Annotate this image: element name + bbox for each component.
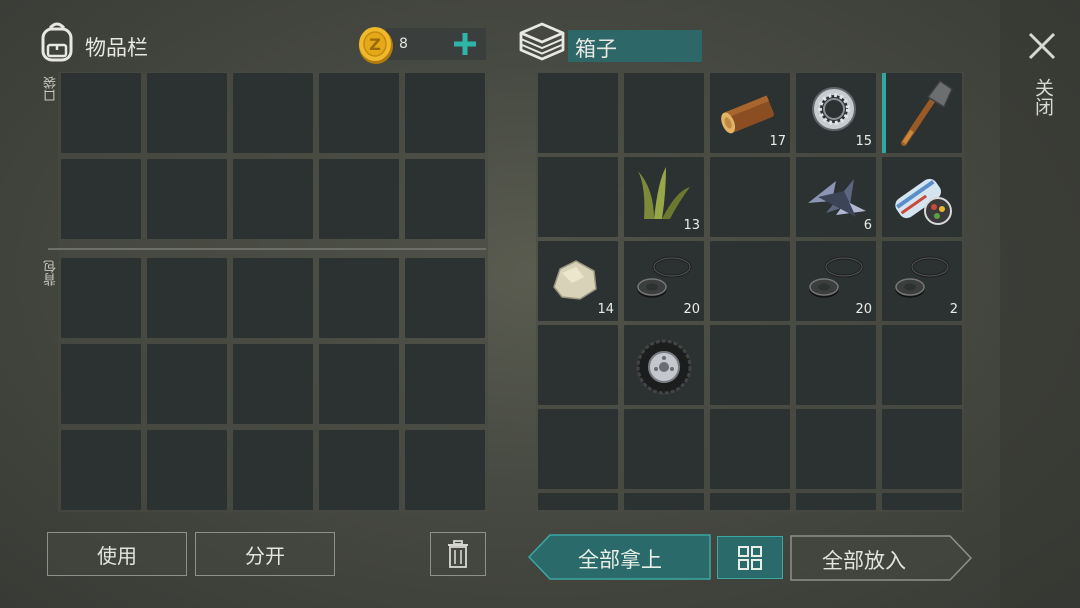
coin-count: 8 [399, 36, 408, 52]
put-all-button[interactable]: 全部放入 [790, 535, 972, 581]
pocket-slot[interactable] [147, 73, 227, 153]
container-title: 箱子 [575, 37, 617, 61]
item-quantity: 13 [683, 218, 700, 233]
coin-icon: Z [356, 24, 396, 66]
pocket-slot[interactable] [61, 159, 141, 239]
container-slot[interactable] [624, 73, 704, 153]
plus-icon [454, 33, 476, 55]
backpack-slot[interactable] [147, 344, 227, 424]
item-quantity: 20 [683, 302, 700, 317]
close-label: 关闭 [1032, 78, 1054, 116]
pocket-slot[interactable] [233, 73, 313, 153]
container-slot[interactable] [710, 157, 790, 237]
pocket-slot[interactable] [147, 159, 227, 239]
pocket-slot[interactable] [61, 73, 141, 153]
sort-button[interactable] [717, 536, 783, 579]
trash-button[interactable] [430, 532, 486, 576]
box-icon [518, 22, 566, 62]
container-slot[interactable] [710, 409, 790, 489]
item-quantity: 17 [769, 134, 786, 149]
pocket-slot[interactable] [405, 73, 485, 153]
backpack-slot[interactable] [233, 344, 313, 424]
container-slot[interactable] [796, 325, 876, 405]
rubber-parts-slot[interactable]: 2 [882, 241, 962, 321]
rubber-parts-slot[interactable]: 20 [796, 241, 876, 321]
container-slot[interactable] [624, 409, 704, 489]
item-quantity: 20 [855, 302, 872, 317]
add-coins-button[interactable] [452, 31, 478, 57]
pocket-slot[interactable] [319, 159, 399, 239]
plant-fiber-slot[interactable]: 13 [624, 157, 704, 237]
item-quantity: 15 [855, 134, 872, 149]
item-quantity: 6 [863, 218, 872, 233]
backpack-slot[interactable] [405, 344, 485, 424]
backpack-slot[interactable] [319, 344, 399, 424]
container-slot[interactable] [796, 409, 876, 489]
container-slot[interactable] [882, 325, 962, 405]
inventory-title: 物品栏 [85, 36, 148, 60]
container-slot[interactable] [796, 493, 876, 510]
pocket-slot[interactable] [405, 159, 485, 239]
backpack-slot[interactable] [233, 258, 313, 338]
take-all-label: 全部拿上 [578, 548, 662, 572]
use-button[interactable]: 使用 [47, 532, 187, 576]
bearing-slot[interactable]: 15 [796, 73, 876, 153]
container-slot[interactable] [538, 325, 618, 405]
container-slot[interactable] [538, 157, 618, 237]
backpack-slot[interactable] [147, 258, 227, 338]
pocket-label: 口袋 [44, 76, 59, 102]
backpack-slot[interactable] [319, 258, 399, 338]
container-slot[interactable] [710, 325, 790, 405]
pocket-slot[interactable] [319, 73, 399, 153]
container-slot[interactable] [882, 409, 962, 489]
backpack-label: 背包 [44, 260, 59, 286]
take-all-button[interactable]: 全部拿上 [528, 534, 711, 580]
close-button[interactable]: 关闭 [1022, 26, 1062, 136]
container-slot[interactable] [538, 493, 618, 510]
pocket-slot[interactable] [233, 159, 313, 239]
container-slot[interactable] [624, 493, 704, 510]
put-all-label: 全部放入 [822, 549, 906, 573]
backpack-slot[interactable] [147, 430, 227, 510]
backpack-slot[interactable] [233, 430, 313, 510]
pocket-divider [48, 248, 486, 250]
container-slot[interactable] [538, 409, 618, 489]
rubber-parts-slot[interactable]: 20 [624, 241, 704, 321]
backpack-slot[interactable] [61, 344, 141, 424]
blueprint-slot[interactable] [882, 157, 962, 237]
grid-icon [738, 545, 762, 570]
backpack-slot[interactable] [405, 430, 485, 510]
equipped-marker [882, 73, 886, 153]
backpack-slot[interactable] [319, 430, 399, 510]
svg-text:Z: Z [369, 35, 381, 54]
backpack-slot[interactable] [405, 258, 485, 338]
item-quantity: 2 [949, 302, 958, 317]
backpack-icon [36, 20, 78, 64]
item-quantity: 14 [597, 302, 614, 317]
shovel-slot[interactable] [882, 73, 962, 153]
container-slot[interactable] [882, 493, 962, 510]
container-slot[interactable] [538, 73, 618, 153]
metal-scrap-slot[interactable]: 6 [796, 157, 876, 237]
wheel-slot[interactable] [624, 325, 704, 405]
split-button[interactable]: 分开 [195, 532, 335, 576]
backpack-slot[interactable] [61, 258, 141, 338]
log-slot[interactable]: 17 [710, 73, 790, 153]
container-slot[interactable] [710, 493, 790, 510]
backpack-slot[interactable] [61, 430, 141, 510]
stone-slot[interactable]: 14 [538, 241, 618, 321]
trash-icon [448, 540, 468, 568]
container-slot[interactable] [710, 241, 790, 321]
close-icon [1028, 32, 1056, 60]
